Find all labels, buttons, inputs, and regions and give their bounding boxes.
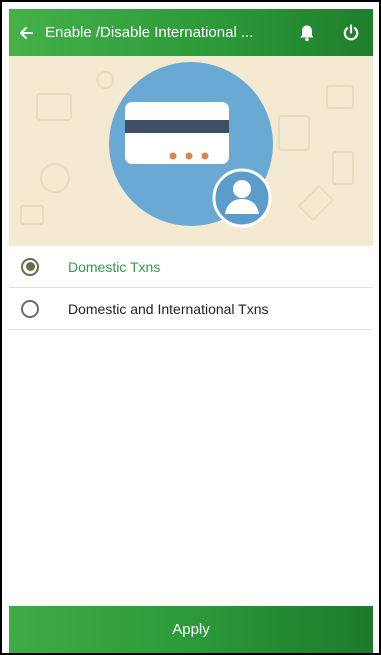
bell-icon [300, 25, 314, 41]
radio-button[interactable] [21, 299, 39, 318]
option-label: Domestic and International Txns [68, 300, 269, 317]
card-banner [9, 56, 373, 246]
app-bar: Enable /Disable International ... [9, 9, 373, 56]
back-button[interactable] [9, 9, 43, 56]
apply-button[interactable]: Apply [9, 606, 373, 653]
page-title: Enable /Disable International ... [45, 24, 254, 41]
power-icon [343, 23, 359, 40]
radio-button[interactable] [21, 257, 39, 276]
power-button[interactable] [329, 9, 373, 56]
screen-frame: Enable /Disable International ... Domest… [0, 0, 381, 655]
option-domestic-international[interactable]: Domestic and International Txns [9, 288, 373, 330]
option-domestic[interactable]: Domestic Txns [9, 246, 373, 288]
card-with-user-illustration [20, 62, 354, 228]
transaction-options: Domestic Txns Domestic and International… [9, 246, 373, 330]
radio-selected-dot [25, 262, 35, 271]
option-label: Domestic Txns [68, 258, 161, 275]
notification-button[interactable] [285, 9, 329, 56]
arrow-left-icon [20, 26, 33, 39]
